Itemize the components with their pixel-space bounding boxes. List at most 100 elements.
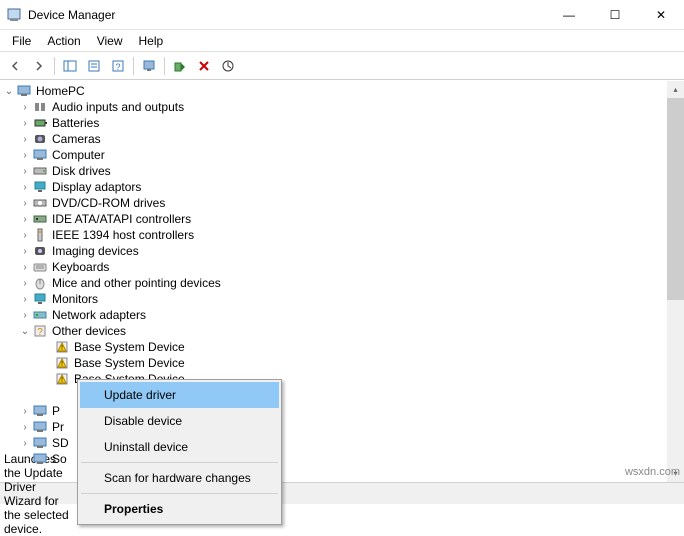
chevron-icon[interactable]: ›	[18, 244, 32, 258]
category-label: Batteries	[52, 116, 99, 130]
category-label: IEEE 1394 host controllers	[52, 228, 194, 242]
ctx-uninstall-device[interactable]: Uninstall device	[80, 434, 279, 460]
menu-help[interactable]: Help	[131, 32, 172, 50]
maximize-button[interactable]: ☐	[592, 0, 638, 30]
category-icon	[32, 131, 48, 147]
chevron-icon[interactable]: ›	[18, 436, 32, 450]
tree-category[interactable]: ›Display adaptors	[0, 179, 684, 195]
category-icon	[32, 147, 48, 163]
chevron-icon[interactable]: ›	[18, 132, 32, 146]
help-button[interactable]: ?	[107, 55, 129, 77]
category-icon	[32, 243, 48, 259]
category-label: So	[52, 452, 67, 466]
context-menu-separator	[81, 462, 278, 463]
chevron-icon[interactable]: ›	[18, 292, 32, 306]
minimize-button[interactable]: —	[546, 0, 592, 30]
chevron-icon[interactable]: ›	[18, 420, 32, 434]
device-label: Base System Device	[74, 340, 185, 354]
category-label: Computer	[52, 148, 105, 162]
tree-category[interactable]: ›DVD/CD-ROM drives	[0, 195, 684, 211]
vertical-scrollbar[interactable]: ▴ ▾	[667, 81, 684, 482]
tree-category[interactable]: ›Network adapters	[0, 307, 684, 323]
ctx-scan-hardware[interactable]: Scan for hardware changes	[80, 465, 279, 491]
svg-text:?: ?	[37, 327, 43, 338]
enable-button[interactable]	[169, 55, 191, 77]
tree-category[interactable]: › Cameras	[0, 131, 684, 147]
show-hide-button[interactable]	[59, 55, 81, 77]
forward-button[interactable]	[28, 55, 50, 77]
properties-button[interactable]	[83, 55, 105, 77]
ctx-disable-device[interactable]: Disable device	[80, 408, 279, 434]
app-icon	[6, 7, 22, 23]
toolbar-separator	[54, 57, 55, 75]
tree-category[interactable]: ›Audio inputs and outputs	[0, 99, 684, 115]
close-button[interactable]: ✕	[638, 0, 684, 30]
tree-root[interactable]: ⌄ HomePC	[0, 83, 684, 99]
category-icon	[32, 435, 48, 451]
chevron-icon[interactable]: ›	[18, 260, 32, 274]
watermark: wsxdn.com	[625, 466, 680, 478]
tree-category[interactable]: ›Disk drives	[0, 163, 684, 179]
svg-text:!: !	[61, 345, 63, 352]
category-label: Cameras	[52, 132, 101, 146]
chevron-icon[interactable]: ›	[18, 100, 32, 114]
category-label: Mice and other pointing devices	[52, 276, 221, 290]
chevron-icon[interactable]: ›	[18, 404, 32, 418]
category-icon	[32, 99, 48, 115]
ctx-properties[interactable]: Properties	[80, 496, 279, 522]
chevron-icon[interactable]: ›	[18, 116, 32, 130]
warning-device-icon: !	[54, 355, 70, 371]
menu-action[interactable]: Action	[39, 32, 88, 50]
uninstall-button[interactable]	[193, 55, 215, 77]
scan-button[interactable]	[217, 55, 239, 77]
chevron-icon[interactable]: ›	[18, 148, 32, 162]
category-icon	[32, 259, 48, 275]
computer-button[interactable]	[138, 55, 160, 77]
category-label: Other devices	[52, 324, 126, 338]
chevron-icon[interactable]: ›	[18, 164, 32, 178]
chevron-icon[interactable]: ⌄	[18, 324, 32, 338]
category-label: Keyboards	[52, 260, 109, 274]
category-label: P	[52, 404, 60, 418]
category-label: IDE ATA/ATAPI controllers	[52, 212, 191, 226]
ctx-update-driver[interactable]: Update driver	[80, 382, 279, 408]
scroll-up-button[interactable]: ▴	[667, 81, 684, 98]
device-label: Base System Device	[74, 356, 185, 370]
context-menu: Update driver Disable device Uninstall d…	[77, 379, 282, 525]
tree-category[interactable]: › Computer	[0, 147, 684, 163]
tree-category[interactable]: › Batteries	[0, 115, 684, 131]
root-label: HomePC	[36, 84, 85, 98]
chevron-icon[interactable]: ›	[18, 212, 32, 226]
tree-device[interactable]: ! Base System Device	[0, 355, 684, 371]
context-menu-separator	[81, 493, 278, 494]
tree-category[interactable]: › Imaging devices	[0, 243, 684, 259]
chevron-icon[interactable]: ›	[18, 196, 32, 210]
category-icon	[32, 451, 48, 467]
warning-device-icon: !	[54, 339, 70, 355]
chevron-down-icon[interactable]: ⌄	[2, 84, 16, 98]
tree-category[interactable]: ›Monitors	[0, 291, 684, 307]
tree-category[interactable]: › Mice and other pointing devices	[0, 275, 684, 291]
scrollbar-thumb[interactable]	[667, 98, 684, 300]
tree-category[interactable]: › Keyboards	[0, 259, 684, 275]
tree-category[interactable]: ⌄? Other devices	[0, 323, 684, 339]
tree-device[interactable]: ! Base System Device	[0, 339, 684, 355]
titlebar: Device Manager — ☐ ✕	[0, 0, 684, 30]
menu-file[interactable]: File	[4, 32, 39, 50]
svg-text:!: !	[61, 377, 63, 384]
chevron-icon[interactable]: ›	[18, 276, 32, 290]
menu-view[interactable]: View	[89, 32, 131, 50]
category-label: Imaging devices	[52, 244, 139, 258]
back-button[interactable]	[4, 55, 26, 77]
category-icon	[32, 115, 48, 131]
tree-category[interactable]: › IDE ATA/ATAPI controllers	[0, 211, 684, 227]
category-label: SD	[52, 436, 69, 450]
chevron-icon[interactable]: ›	[18, 228, 32, 242]
chevron-icon[interactable]: ›	[18, 308, 32, 322]
category-icon	[32, 211, 48, 227]
chevron-icon[interactable]: ›	[18, 452, 32, 466]
chevron-icon[interactable]: ›	[18, 180, 32, 194]
category-label: Pr	[52, 420, 64, 434]
scrollbar-track[interactable]	[667, 98, 684, 465]
tree-category[interactable]: › IEEE 1394 host controllers	[0, 227, 684, 243]
